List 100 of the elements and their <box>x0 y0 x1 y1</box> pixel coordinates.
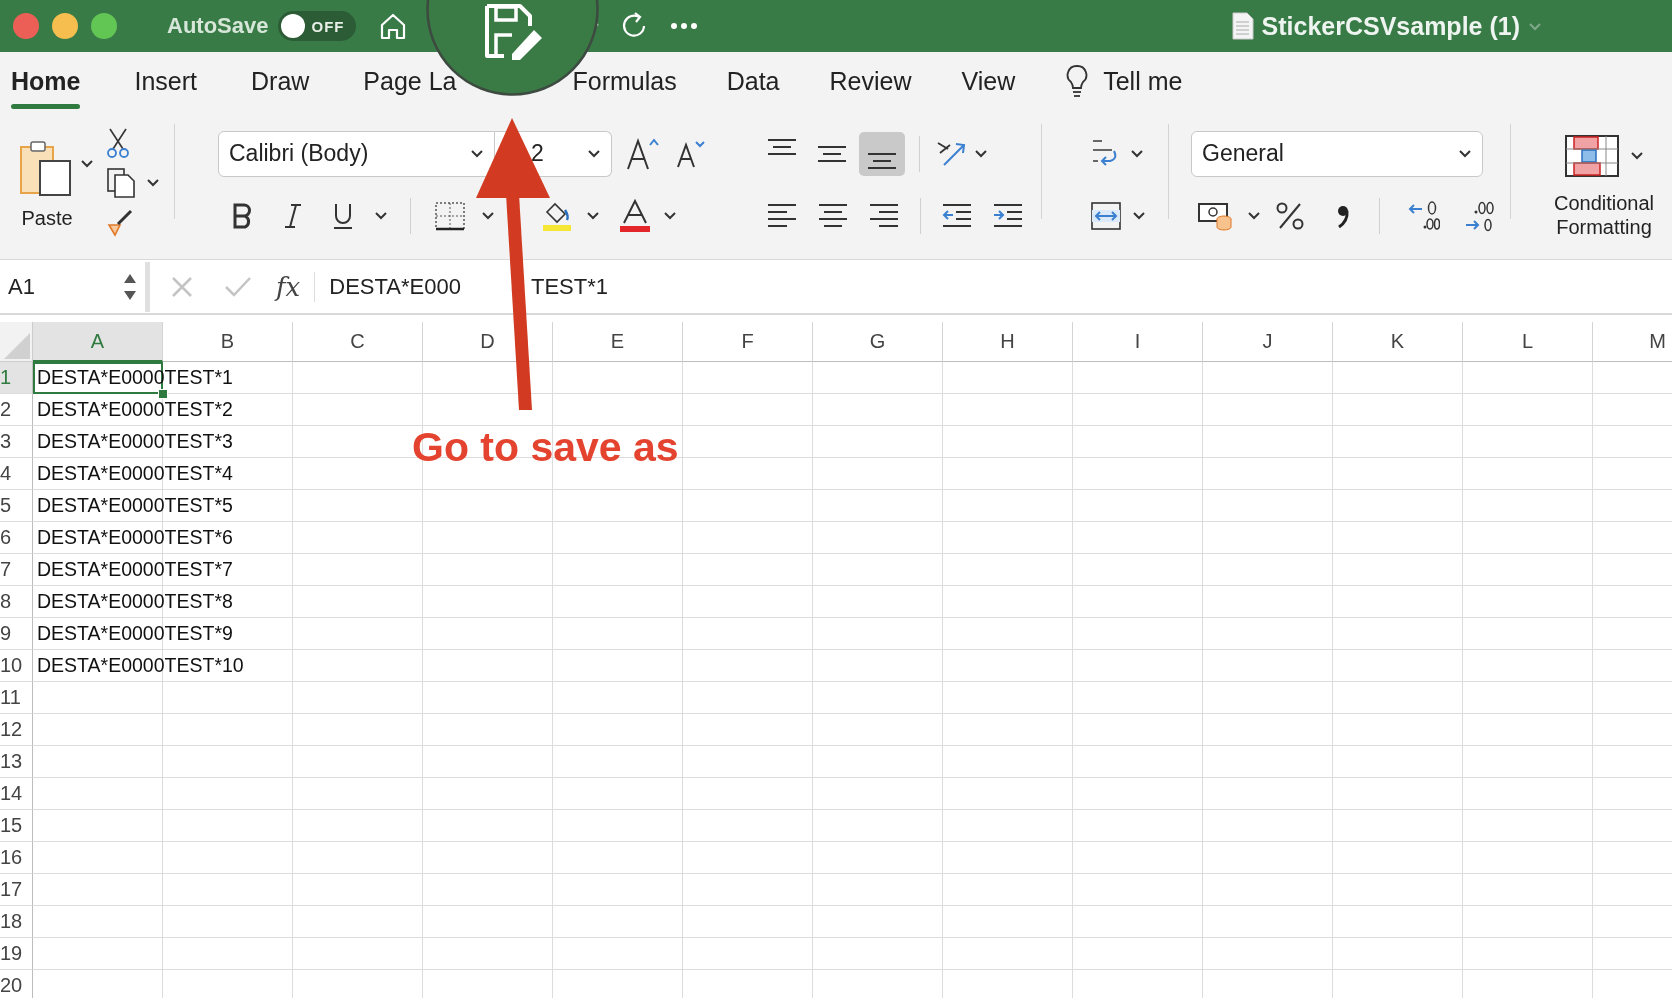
vertical-align-button[interactable] <box>859 131 905 176</box>
row-header[interactable]: 3 <box>0 426 33 458</box>
insert-function-label[interactable]: fx <box>276 271 316 302</box>
column-header[interactable]: K <box>1333 322 1463 362</box>
paste-button[interactable]: Paste <box>18 139 76 230</box>
caret-icon[interactable] <box>481 211 495 220</box>
caret-icon[interactable] <box>1630 151 1644 160</box>
caret-icon[interactable] <box>663 211 677 220</box>
column-header[interactable]: E <box>553 322 683 362</box>
row-header[interactable]: 20 <box>0 970 33 998</box>
ribbon-tab[interactable]: Draw <box>251 67 310 95</box>
row-header[interactable]: 16 <box>0 842 33 874</box>
column-header[interactable]: G <box>813 322 943 362</box>
row-header[interactable]: 15 <box>0 810 33 842</box>
tell-me-search[interactable]: Tell me <box>1103 66 1183 96</box>
conditional-formatting-icon[interactable] <box>1564 133 1620 178</box>
row-header[interactable]: 17 <box>0 874 33 906</box>
copy-icon[interactable] <box>106 166 136 199</box>
conditional-formatting-button[interactable]: Conditional Formatting <box>1544 190 1664 239</box>
row-header[interactable]: 19 <box>0 938 33 970</box>
window-title: StickerCSVsample (1) <box>1261 11 1520 41</box>
formula-field[interactable]: DESTA*E000 <box>329 273 461 300</box>
column-header[interactable]: A <box>33 322 163 362</box>
top-align-icon <box>767 138 797 155</box>
ribbon-tab[interactable]: Formulas <box>572 67 677 95</box>
autosave-toggle[interactable]: OFF <box>278 11 357 41</box>
formula-field[interactable]: TEST*1 <box>530 273 608 300</box>
increase-decimal-icon[interactable] <box>1408 199 1440 232</box>
row-header[interactable]: 12 <box>0 714 33 746</box>
align-right-icon[interactable] <box>869 201 899 230</box>
caret-icon[interactable] <box>146 178 160 187</box>
column-header[interactable]: L <box>1463 322 1593 362</box>
caret-icon[interactable] <box>587 149 601 158</box>
table-cell: DESTA*E0000TEST*6 <box>37 526 233 549</box>
row-header[interactable]: 14 <box>0 778 33 810</box>
table-cell: DESTA*E0000TEST*7 <box>37 558 233 581</box>
row-header[interactable]: 7 <box>0 554 33 586</box>
caret-icon[interactable] <box>80 159 94 168</box>
row-header[interactable]: 11 <box>0 682 33 714</box>
bold-icon[interactable] <box>232 202 254 229</box>
caret-icon[interactable] <box>1132 211 1146 220</box>
merge-cells-icon[interactable] <box>1090 200 1122 231</box>
ribbon-tab[interactable]: View <box>961 67 1016 95</box>
row-header[interactable]: 13 <box>0 746 33 778</box>
caret-icon[interactable] <box>1458 149 1472 158</box>
caret-icon[interactable] <box>470 149 484 158</box>
ribbon-tab[interactable]: Review <box>829 67 912 95</box>
decrease-indent-icon[interactable] <box>942 202 972 229</box>
increase-indent-icon[interactable] <box>993 202 1023 229</box>
font-dropdown[interactable]: Calibri (Body) <box>218 130 495 177</box>
column-header[interactable]: F <box>683 322 813 362</box>
minimize-button[interactable] <box>52 13 78 39</box>
autosave-label: AutoSave <box>167 13 269 39</box>
row-header[interactable]: 1 <box>0 362 33 394</box>
scissors-icon[interactable] <box>106 126 130 159</box>
italic-icon[interactable] <box>282 202 304 229</box>
row-header[interactable]: 2 <box>0 394 33 426</box>
align-left-icon[interactable] <box>767 201 797 230</box>
table-cell: DESTA*E0000TEST*8 <box>37 590 233 613</box>
column-header[interactable]: I <box>1073 322 1203 362</box>
row-header[interactable]: 18 <box>0 906 33 938</box>
caret-icon[interactable] <box>1247 211 1261 220</box>
percent-icon[interactable] <box>1275 200 1305 231</box>
lightbulb-icon <box>1065 64 1090 98</box>
underline-icon[interactable] <box>332 201 354 230</box>
row-header[interactable]: 4 <box>0 458 33 490</box>
column-header[interactable]: D <box>423 322 553 362</box>
decrease-font-icon[interactable] <box>676 138 706 169</box>
decrease-decimal-icon[interactable] <box>1464 199 1496 232</box>
table-cell: DESTA*E0000TEST*4 <box>37 462 233 485</box>
ribbon-tab[interactable]: Home <box>11 53 81 109</box>
bottom-align-icon <box>867 152 897 169</box>
row-header[interactable]: 9 <box>0 618 33 650</box>
row-header[interactable]: 6 <box>0 522 33 554</box>
caret-icon[interactable] <box>1130 149 1144 158</box>
annotation-text: Go to save as <box>412 424 679 471</box>
borders-icon[interactable] <box>434 200 466 231</box>
column-header[interactable]: C <box>293 322 423 362</box>
table-cell: DESTA*E0000TEST*9 <box>37 622 233 645</box>
table-cell: DESTA*E0000TEST*2 <box>37 398 233 421</box>
caret-icon[interactable] <box>586 211 600 220</box>
ribbon-tab[interactable]: Page La <box>363 67 457 95</box>
row-header[interactable]: 5 <box>0 490 33 522</box>
caret-icon[interactable] <box>374 211 388 220</box>
fill-handle[interactable] <box>158 389 168 399</box>
ribbon-tab[interactable]: Insert <box>134 67 197 95</box>
more-icon[interactable] <box>670 22 699 30</box>
align-center-icon[interactable] <box>818 201 848 230</box>
table-cell: DESTA*E0000TEST*10 <box>37 654 244 677</box>
column-header[interactable]: H <box>943 322 1073 362</box>
column-header[interactable]: J <box>1203 322 1333 362</box>
accounting-format-icon[interactable] <box>1197 200 1233 231</box>
column-header[interactable]: B <box>163 322 293 362</box>
font-color-icon[interactable] <box>619 198 651 233</box>
row-header[interactable]: 8 <box>0 586 33 618</box>
caret-icon[interactable] <box>974 149 988 158</box>
number-format-dropdown[interactable]: General <box>1191 130 1483 177</box>
ribbon-tab[interactable]: Data <box>726 67 780 95</box>
increase-font-icon[interactable] <box>626 136 662 171</box>
row-header[interactable]: 10 <box>0 650 33 682</box>
